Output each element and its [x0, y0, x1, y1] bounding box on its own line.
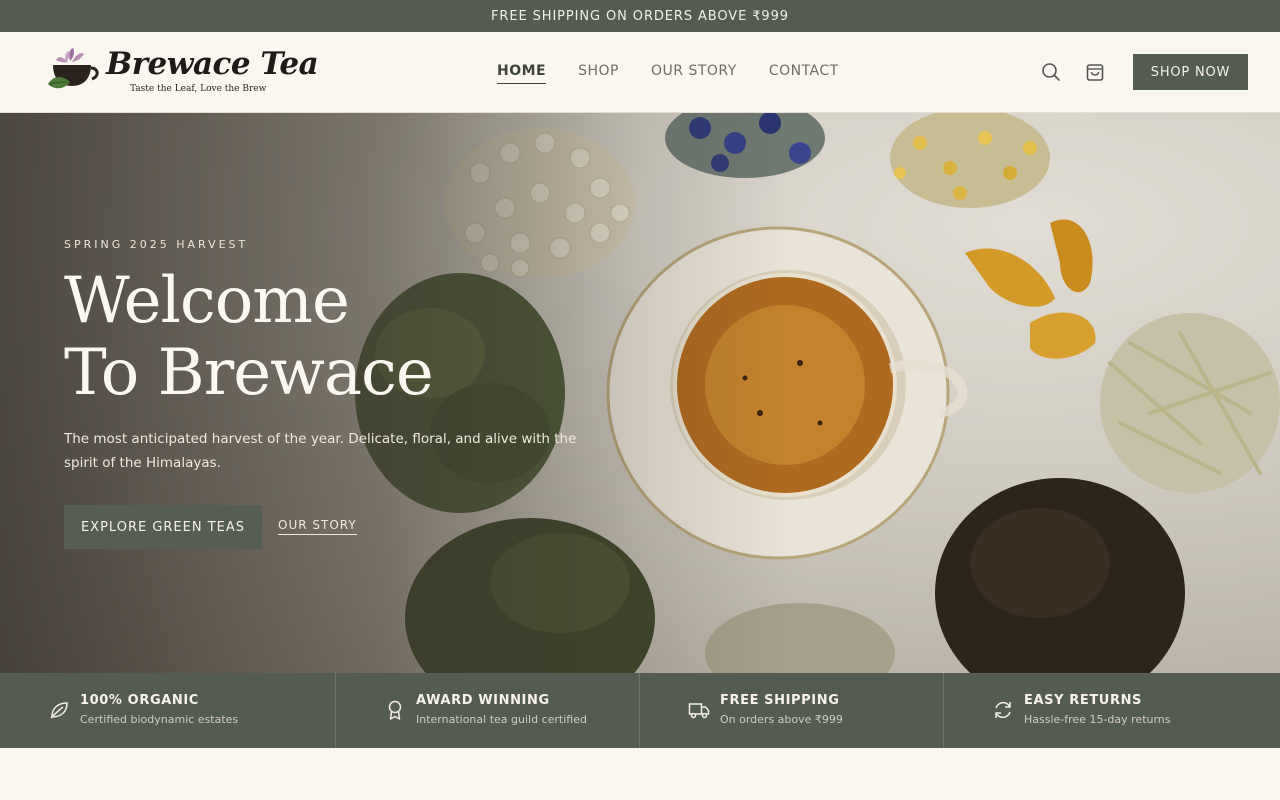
search-icon	[1042, 63, 1060, 81]
our-story-link[interactable]: OUR STORY	[278, 518, 357, 535]
feature-title: FREE SHIPPING	[720, 693, 840, 708]
brand-tagline: Taste the Leaf, Love the Brew	[130, 84, 267, 94]
feature-subtitle: International tea guild certified	[416, 713, 587, 726]
features-strip: 100% ORGANIC Certified biodynamic estate…	[0, 673, 1280, 748]
brand-name: Brewace Tea	[106, 46, 319, 82]
shopping-bag-icon	[1086, 64, 1104, 81]
brand-logo[interactable]: Brewace Tea Taste the Leaf, Love the Bre…	[48, 46, 319, 100]
truck-icon	[688, 703, 710, 719]
feature-title: 100% ORGANIC	[80, 693, 199, 708]
feature-title: EASY RETURNS	[1024, 693, 1143, 708]
hero-title-line2: To Brewace	[64, 336, 434, 410]
award-icon	[388, 700, 402, 720]
cart-button[interactable]	[1084, 61, 1106, 83]
hero-section: SPRING 2025 HARVEST Welcome To Brewace T…	[0, 113, 1280, 673]
feature-subtitle: Hassle-free 15-day returns	[1024, 713, 1171, 726]
feature-title: AWARD WINNING	[416, 693, 550, 708]
shop-now-button[interactable]: SHOP NOW	[1133, 54, 1248, 90]
hero-title-line1: Welcome	[64, 264, 350, 338]
feature-shipping: FREE SHIPPING On orders above ₹999	[640, 673, 944, 748]
refresh-icon	[995, 701, 1011, 719]
main-nav: HOME SHOP OUR STORY CONTACT	[497, 63, 839, 84]
nav-shop[interactable]: SHOP	[578, 63, 619, 84]
hero-title: Welcome To Brewace	[64, 264, 434, 410]
nav-contact[interactable]: CONTACT	[769, 63, 839, 84]
leaf-icon	[50, 702, 68, 719]
site-header: Brewace Tea Taste the Leaf, Love the Bre…	[0, 32, 1280, 113]
nav-our-story[interactable]: OUR STORY	[651, 63, 737, 84]
announcement-bar: FREE SHIPPING ON ORDERS ABOVE ₹999	[0, 0, 1280, 32]
feature-subtitle: On orders above ₹999	[720, 713, 843, 726]
nav-home[interactable]: HOME	[497, 63, 547, 84]
search-button[interactable]	[1040, 61, 1062, 83]
feature-returns: EASY RETURNS Hassle-free 15-day returns	[944, 673, 1280, 748]
announcement-text: FREE SHIPPING ON ORDERS ABOVE ₹999	[491, 8, 789, 24]
feature-award: AWARD WINNING International tea guild ce…	[336, 673, 640, 748]
feature-subtitle: Certified biodynamic estates	[80, 713, 239, 726]
explore-green-teas-button[interactable]: EXPLORE GREEN TEAS	[64, 505, 262, 549]
hero-eyebrow: SPRING 2025 HARVEST	[64, 238, 249, 251]
feature-organic: 100% ORGANIC Certified biodynamic estate…	[0, 673, 336, 748]
hero-subtitle: The most anticipated harvest of the year…	[64, 431, 577, 471]
teacup-logo-icon	[48, 48, 99, 89]
